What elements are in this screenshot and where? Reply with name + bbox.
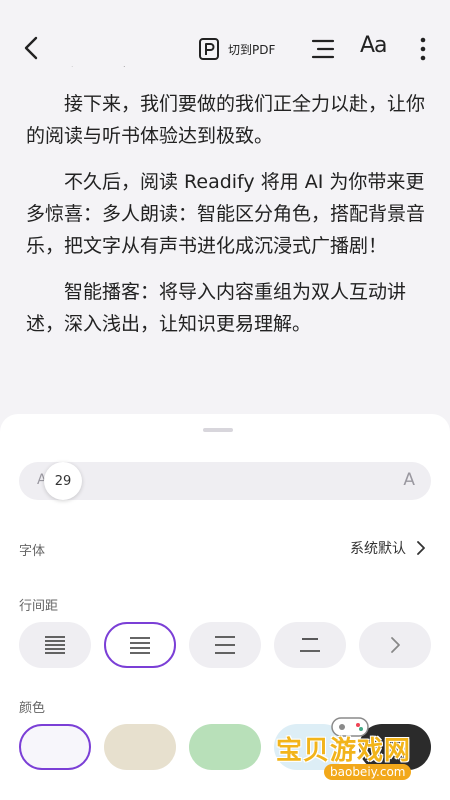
line-spacing-loose-button[interactable] xyxy=(189,622,261,668)
watermark-url: baobeiy.com xyxy=(324,764,412,780)
watermark-title: 宝贝游戏网 xyxy=(276,736,412,766)
chevron-right-icon xyxy=(417,541,425,555)
line-spacing-wide-button[interactable] xyxy=(274,622,346,668)
font-family-label: 字体 xyxy=(19,544,46,559)
color-label: 颜色 xyxy=(19,701,46,716)
reader-content: 部云端保存，多设备无缝同步。 接下来，我们要做的我们正全力以赴，让你的阅读与听书… xyxy=(26,42,426,354)
more-options-icon[interactable] xyxy=(414,36,432,62)
font-family-selector[interactable]: 系统默认 xyxy=(350,538,426,558)
sheet-drag-handle[interactable] xyxy=(203,428,233,432)
font-size-slider[interactable]: A A 29 xyxy=(19,462,431,500)
reader-paragraph: 不久后，阅读 Readify 将用 AI 为你带来更多惊喜：多人朗读：智能区分角… xyxy=(26,171,426,257)
pdf-icon xyxy=(199,38,219,60)
reader-toolbar: 切到PDF Aa xyxy=(0,0,450,66)
line-spacing-wide-icon xyxy=(300,638,320,652)
font-settings-icon[interactable]: Aa xyxy=(360,33,388,58)
line-spacing-more-button[interactable] xyxy=(359,622,431,668)
font-size-max-label: A xyxy=(403,470,415,490)
font-family-value: 系统默认 xyxy=(350,541,406,557)
line-spacing-label: 行间距 xyxy=(19,599,59,614)
table-of-contents-icon[interactable] xyxy=(310,36,336,62)
reader-paragraph: 接下来，我们要做的我们正全力以赴，让你的阅读与听书体验达到极致。 xyxy=(26,93,426,147)
reader-paragraph: 智能播客：将导入内容重组为双人互动讲述，深入浅出，让知识更易理解。 xyxy=(26,281,407,335)
line-spacing-dense-button[interactable] xyxy=(19,622,91,668)
line-spacing-dense-icon xyxy=(45,636,65,654)
line-spacing-options xyxy=(19,622,431,668)
line-spacing-normal-button[interactable] xyxy=(104,622,176,668)
color-swatch-white[interactable] xyxy=(19,724,91,770)
watermark-logo: 宝贝游戏网 baobeiy.com xyxy=(272,712,432,786)
chevron-right-icon xyxy=(391,637,400,653)
font-size-slider-thumb[interactable]: 29 xyxy=(44,462,82,500)
line-spacing-loose-icon xyxy=(215,636,235,654)
back-arrow-icon[interactable] xyxy=(18,34,46,62)
line-spacing-normal-icon xyxy=(130,637,150,654)
color-swatch-green[interactable] xyxy=(189,724,261,770)
switch-to-pdf-button[interactable]: 切到PDF xyxy=(198,36,275,62)
switch-to-pdf-label: 切到PDF xyxy=(228,42,276,57)
color-swatch-beige[interactable] xyxy=(104,724,176,770)
